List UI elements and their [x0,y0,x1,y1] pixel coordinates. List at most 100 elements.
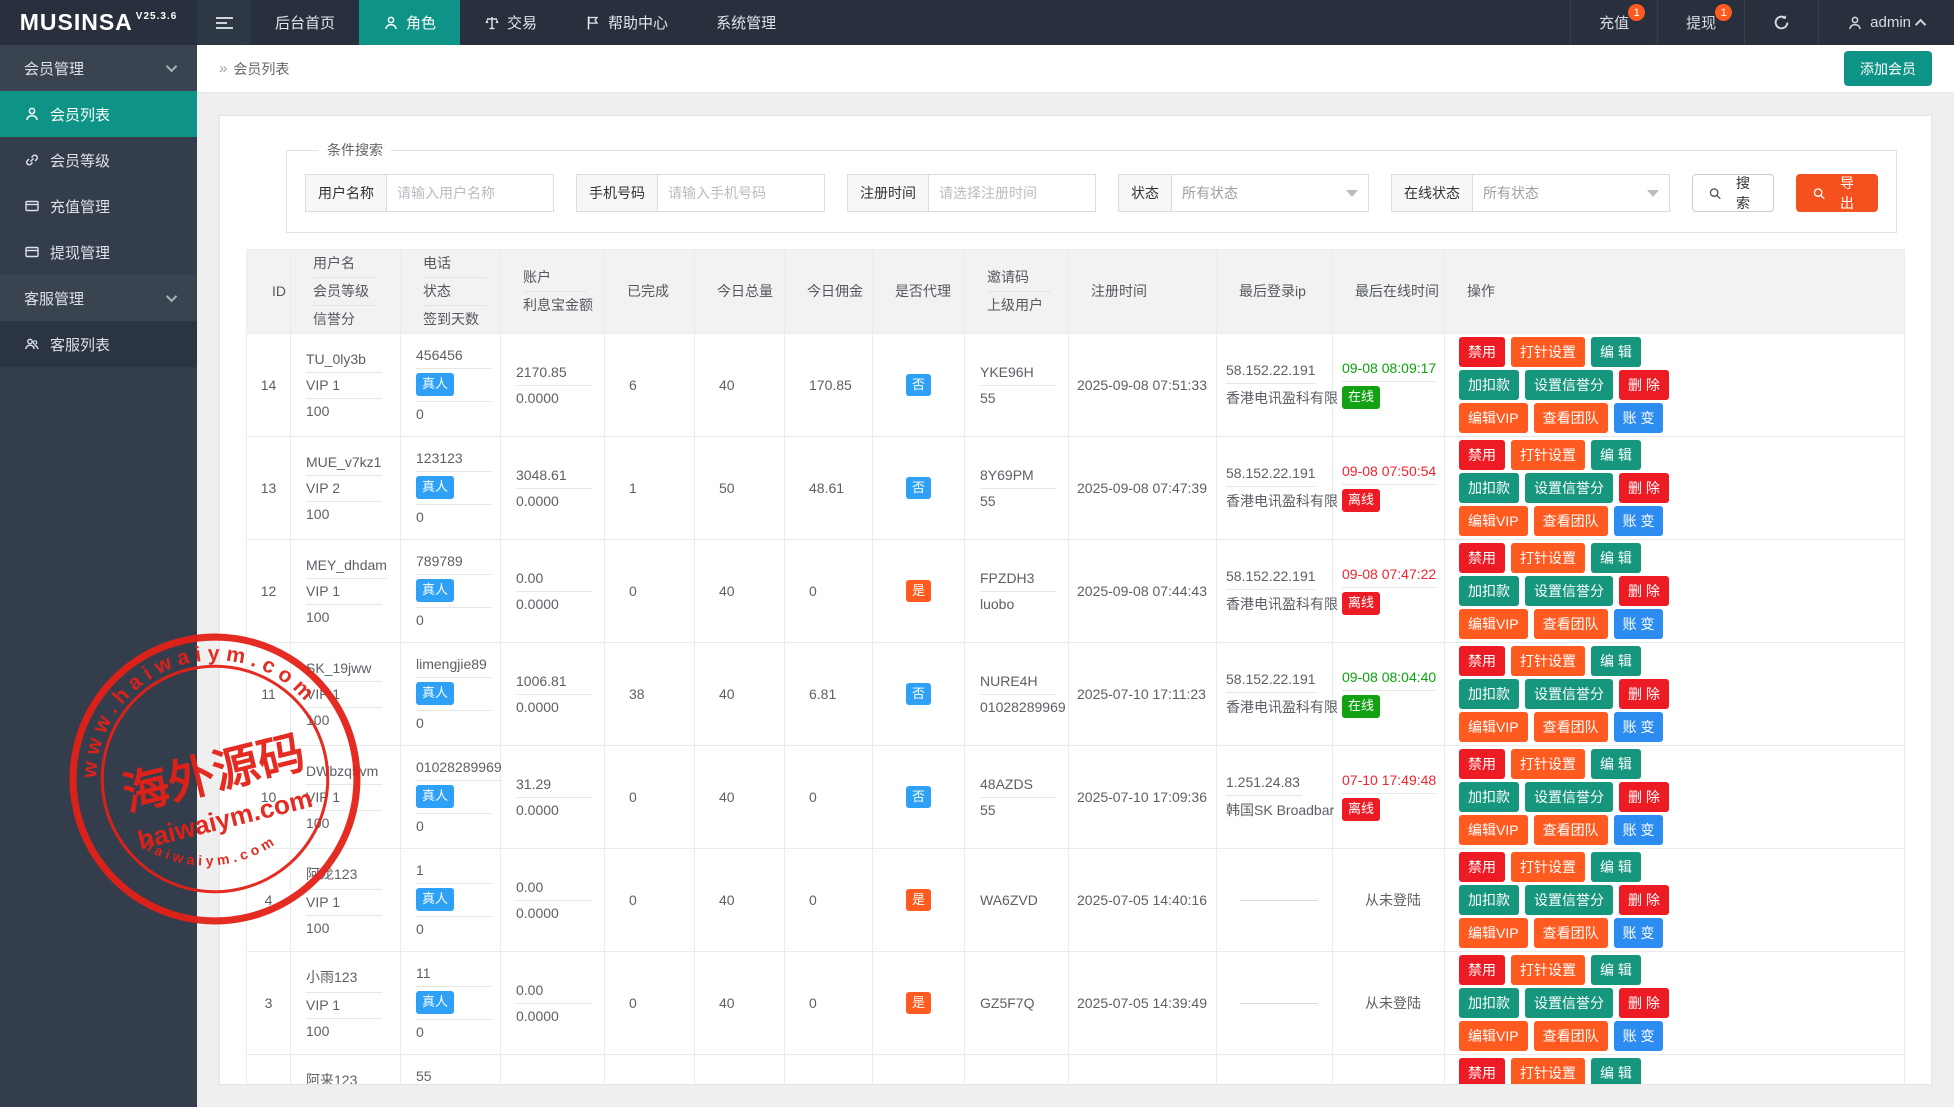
account-stack: 3048.610.0000 [516,463,604,514]
action-button[interactable]: 设置信誉分 [1525,679,1613,709]
action-button[interactable]: 编辑VIP [1459,918,1528,948]
action-button[interactable]: 编 辑 [1591,955,1641,985]
regtime-input[interactable] [928,174,1096,212]
action-button[interactable]: 设置信誉分 [1525,782,1613,812]
action-button[interactable]: 设置信誉分 [1525,576,1613,606]
sidebar-group-support[interactable]: 客服管理 [0,275,197,321]
action-button[interactable]: 查看团队 [1534,403,1608,433]
username: 小雨123 [306,963,382,993]
sidebar-group-members[interactable]: 会员管理 [0,45,197,91]
action-button[interactable]: 加扣款 [1459,885,1519,915]
action-button[interactable]: 账 变 [1614,506,1664,536]
account-balance: 0.00 [516,978,592,1004]
action-button[interactable]: 编 辑 [1591,646,1641,676]
action-button[interactable]: 加扣款 [1459,370,1519,400]
action-button[interactable]: 编 辑 [1591,440,1641,470]
refresh-button[interactable] [1744,0,1818,45]
action-button[interactable]: 禁用 [1459,749,1505,779]
export-button[interactable]: 导 出 [1796,174,1878,212]
action-button[interactable]: 账 变 [1614,403,1664,433]
action-button[interactable]: 编 辑 [1591,337,1641,367]
action-button[interactable]: 禁用 [1459,1058,1505,1085]
search-button[interactable]: 搜 索 [1692,174,1774,212]
action-button[interactable]: 删 除 [1619,679,1669,709]
action-button[interactable]: 禁用 [1459,337,1505,367]
action-button[interactable]: 禁用 [1459,852,1505,882]
action-button[interactable]: 查看团队 [1534,918,1608,948]
online-badge-wrap: 离线 [1342,794,1418,825]
phone-input[interactable] [657,174,825,212]
nav-tab-system[interactable]: 系统管理 [692,0,800,45]
sidebar-item-support-list[interactable]: 客服列表 [0,321,197,367]
action-button[interactable]: 账 变 [1614,712,1664,742]
add-member-button[interactable]: 添加会员 [1844,51,1932,86]
cell-today-total: 50 [695,437,785,540]
action-button[interactable]: 禁用 [1459,440,1505,470]
action-button[interactable]: 加扣款 [1459,679,1519,709]
action-button[interactable]: 删 除 [1619,988,1669,1018]
action-button[interactable]: 删 除 [1619,473,1669,503]
status-select[interactable]: 所有状态 [1171,174,1369,212]
action-button[interactable]: 设置信誉分 [1525,988,1613,1018]
action-button[interactable]: 设置信誉分 [1525,473,1613,503]
online-status-select[interactable]: 所有状态 [1472,174,1670,212]
action-button[interactable]: 禁用 [1459,646,1505,676]
action-button[interactable]: 打针设置 [1511,749,1585,779]
action-button[interactable]: 查看团队 [1534,815,1608,845]
action-button[interactable]: 查看团队 [1534,506,1608,536]
action-button[interactable]: 打针设置 [1511,955,1585,985]
action-button[interactable]: 账 变 [1614,609,1664,639]
action-button[interactable]: 打针设置 [1511,1058,1585,1085]
action-button[interactable]: 账 变 [1614,918,1664,948]
withdraw-button[interactable]: 提现 1 [1657,0,1744,45]
action-button[interactable]: 加扣款 [1459,782,1519,812]
nav-tab-trade[interactable]: 交易 [460,0,561,45]
action-button[interactable]: 编辑VIP [1459,815,1528,845]
action-button[interactable]: 编辑VIP [1459,609,1528,639]
table-body: 14TU_0ly3bVIP 1100456456真人02170.850.0000… [247,334,1905,1086]
action-button[interactable]: 编辑VIP [1459,506,1528,536]
sidebar-item-withdraw-mgmt[interactable]: 提现管理 [0,229,197,275]
action-button[interactable]: 编 辑 [1591,1058,1641,1085]
action-button[interactable]: 编 辑 [1591,543,1641,573]
action-button[interactable]: 禁用 [1459,543,1505,573]
user-menu[interactable]: admin [1818,0,1954,45]
username-input[interactable] [386,174,554,212]
action-button[interactable]: 打针设置 [1511,337,1585,367]
action-button[interactable]: 打针设置 [1511,440,1585,470]
action-button[interactable]: 账 变 [1614,1021,1664,1051]
nav-tab-dashboard[interactable]: 后台首页 [251,0,359,45]
cell-reg-time: 2025-07-10 17:09:36 [1069,746,1217,849]
cell-last-ip: 58.152.22.191香港电讯盈科有限 [1217,437,1333,540]
action-button[interactable]: 删 除 [1619,370,1669,400]
action-button[interactable]: 编辑VIP [1459,403,1528,433]
nav-tab-roles[interactable]: 角色 [359,0,460,45]
action-button[interactable]: 禁用 [1459,955,1505,985]
menu-toggle-button[interactable] [197,0,251,45]
action-button[interactable]: 设置信誉分 [1525,885,1613,915]
action-button[interactable]: 账 变 [1614,815,1664,845]
action-button[interactable]: 打针设置 [1511,852,1585,882]
action-button[interactable]: 打针设置 [1511,543,1585,573]
action-button[interactable]: 加扣款 [1459,473,1519,503]
nav-tab-help[interactable]: 帮助中心 [561,0,692,45]
sidebar-item-recharge-mgmt[interactable]: 充值管理 [0,183,197,229]
action-button[interactable]: 编 辑 [1591,852,1641,882]
action-button[interactable]: 删 除 [1619,576,1669,606]
action-button[interactable]: 编辑VIP [1459,1021,1528,1051]
action-button[interactable]: 加扣款 [1459,576,1519,606]
action-button[interactable]: 打针设置 [1511,646,1585,676]
sidebar-item-member-list[interactable]: 会员列表 [0,91,197,137]
action-button[interactable]: 查看团队 [1534,712,1608,742]
action-button[interactable]: 查看团队 [1534,609,1608,639]
action-button[interactable]: 加扣款 [1459,988,1519,1018]
action-button[interactable]: 查看团队 [1534,1021,1608,1051]
recharge-button[interactable]: 充值 1 [1570,0,1657,45]
action-button[interactable]: 设置信誉分 [1525,370,1613,400]
action-button[interactable]: 删 除 [1619,782,1669,812]
sidebar-item-member-level[interactable]: 会员等级 [0,137,197,183]
action-button[interactable]: 删 除 [1619,885,1669,915]
action-button[interactable]: 编辑VIP [1459,712,1528,742]
action-button[interactable]: 编 辑 [1591,749,1641,779]
last-online-time: 09-08 08:04:40 [1342,665,1436,691]
